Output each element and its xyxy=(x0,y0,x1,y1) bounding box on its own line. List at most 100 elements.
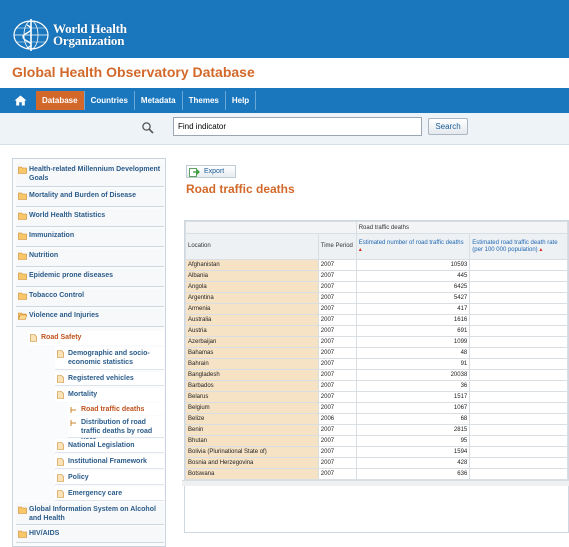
cell-time-period: 2007 xyxy=(317,336,357,348)
cell-rate xyxy=(469,391,568,403)
sidebar-item-demographic[interactable]: Demographic and socio-economic statistic… xyxy=(55,347,164,370)
sidebar-item-institutional-framework[interactable]: Institutional Framework xyxy=(55,455,164,469)
cell-time-period: 2007 xyxy=(317,303,357,315)
table-row: Belize 2006 68 xyxy=(185,413,568,425)
main-nav: Database Countries Metadata Themes Help xyxy=(0,88,569,113)
cell-rate xyxy=(469,292,568,304)
cell-time-period: 2007 xyxy=(317,369,357,381)
cell-rate xyxy=(469,325,568,337)
cell-rate xyxy=(469,468,568,480)
sidebar-item-world-health-statistics[interactable]: World Health Statistics xyxy=(16,209,164,227)
table-row: Belarus 2007 1517 xyxy=(185,391,568,403)
folder-icon xyxy=(18,252,27,260)
cell-time-period: 2007 xyxy=(317,380,357,392)
search-button[interactable]: Search xyxy=(428,118,468,135)
cell-location: Argentina xyxy=(185,292,319,304)
metadata-flag-icon[interactable]: ▴ xyxy=(359,247,362,253)
sidebar-item-emergency-care[interactable]: Emergency care xyxy=(55,487,164,501)
home-button[interactable] xyxy=(10,92,30,110)
nav-help[interactable]: Help xyxy=(224,91,257,110)
cell-deaths: 1517 xyxy=(355,391,471,403)
folder-icon xyxy=(18,192,27,200)
cell-location: Benin xyxy=(185,424,319,436)
cell-deaths: 5427 xyxy=(355,292,471,304)
sidebar-item-road-safety[interactable]: Road Safety xyxy=(28,331,164,345)
sidebar-item-tobacco[interactable]: Tobacco Control xyxy=(16,289,164,307)
table-row: Botswana 2007 636 xyxy=(185,468,568,480)
sidebar-item-immunization[interactable]: Immunization xyxy=(16,229,164,247)
cell-deaths: 68 xyxy=(355,413,471,425)
table-row: Australia 2007 1616 xyxy=(185,314,568,326)
sidebar-item-road-traffic-deaths[interactable]: Road traffic deaths xyxy=(68,403,164,415)
cell-location: Belarus xyxy=(185,391,319,403)
table-row: Bhutan 2007 95 xyxy=(185,435,568,447)
cell-rate xyxy=(469,369,568,381)
table-header-spacer xyxy=(185,221,357,234)
page-title: Road traffic deaths xyxy=(186,182,295,196)
table-row: Bahamas 2007 48 xyxy=(185,347,568,359)
table-row: Argentina 2007 5427 xyxy=(185,292,568,304)
table-row: Albania 2007 445 xyxy=(185,270,568,282)
cell-location: Belgium xyxy=(185,402,319,414)
sidebar-item-hiv[interactable]: HIV/AIDS xyxy=(16,527,164,543)
sidebar-item-alcohol[interactable]: Global Information System on Alcohol and… xyxy=(16,503,164,525)
cell-deaths: 1067 xyxy=(355,402,471,414)
folder-icon xyxy=(18,530,27,538)
document-icon xyxy=(57,375,64,383)
cell-time-period: 2007 xyxy=(317,314,357,326)
cell-rate xyxy=(469,270,568,282)
cell-rate xyxy=(469,281,568,293)
table-row: Afghanistan 2007 10593 xyxy=(185,259,568,271)
table-row: Azerbaijan 2007 1099 xyxy=(185,336,568,348)
document-icon xyxy=(57,458,64,466)
column-header-deaths[interactable]: Estimated number of road traffic deaths … xyxy=(355,233,471,260)
header-bar: World Health Organization xyxy=(0,0,569,58)
sidebar-item-policy[interactable]: Policy xyxy=(55,471,164,485)
cell-location: Botswana xyxy=(185,468,319,480)
table-row: Bosnia and Herzegovina 2007 428 xyxy=(185,457,568,469)
cell-location: Belize xyxy=(185,413,319,425)
sidebar-item-epidemic[interactable]: Epidemic prone diseases xyxy=(16,269,164,287)
sidebar: Health-related Millennium Development Go… xyxy=(12,158,166,547)
main-content: Export Road traffic deaths Road traffic … xyxy=(182,158,569,547)
table-row: Bahrain 2007 91 xyxy=(185,358,568,370)
sidebar-item-violence-injuries[interactable]: Violence and Injuries xyxy=(16,309,164,327)
sidebar-item-mortality[interactable]: Mortality xyxy=(55,388,164,402)
table-row: Benin 2007 2815 xyxy=(185,424,568,436)
cell-deaths: 6425 xyxy=(355,281,471,293)
export-button[interactable]: Export xyxy=(186,165,236,178)
column-header-time[interactable]: Time Period xyxy=(317,233,357,260)
cell-time-period: 2007 xyxy=(317,281,357,293)
cell-rate xyxy=(469,380,568,392)
cell-location: Barbados xyxy=(185,380,319,392)
cell-time-period: 2007 xyxy=(317,435,357,447)
sidebar-item-mdg[interactable]: Health-related Millennium Development Go… xyxy=(16,163,164,187)
cell-time-period: 2006 xyxy=(317,413,357,425)
cell-time-period: 2007 xyxy=(317,446,357,458)
metadata-flag-icon[interactable]: ▴ xyxy=(539,247,542,253)
sidebar-item-distribution-road-user[interactable]: Distribution of road traffic deaths by r… xyxy=(68,416,164,444)
column-header-rate[interactable]: Estimated road traffic death rate (per 1… xyxy=(469,233,568,260)
nav-countries[interactable]: Countries xyxy=(83,91,134,110)
nav-themes[interactable]: Themes xyxy=(181,91,225,110)
cell-rate xyxy=(469,424,568,436)
sidebar-item-registered-vehicles[interactable]: Registered vehicles xyxy=(55,372,164,386)
cell-rate xyxy=(469,435,568,447)
cell-time-period: 2007 xyxy=(317,402,357,414)
sidebar-item-national-legislation[interactable]: National Legislation xyxy=(55,439,164,453)
nav-metadata[interactable]: Metadata xyxy=(133,91,182,110)
who-logo[interactable]: World Health Organization xyxy=(12,17,127,53)
cell-location: Austria xyxy=(185,325,319,337)
cell-deaths: 91 xyxy=(355,358,471,370)
nav-database[interactable]: Database xyxy=(36,91,84,110)
folder-icon xyxy=(18,166,27,174)
home-icon xyxy=(14,95,26,106)
sidebar-item-mortality-burden[interactable]: Mortality and Burden of Disease xyxy=(16,189,164,207)
column-header-location[interactable]: Location xyxy=(185,233,319,260)
horizontal-scrollbar[interactable] xyxy=(182,480,569,486)
search-icon xyxy=(142,122,154,134)
cell-location: Angola xyxy=(185,281,319,293)
sidebar-item-nutrition[interactable]: Nutrition xyxy=(16,249,164,267)
folder-icon xyxy=(18,272,27,280)
search-input[interactable] xyxy=(173,117,422,136)
